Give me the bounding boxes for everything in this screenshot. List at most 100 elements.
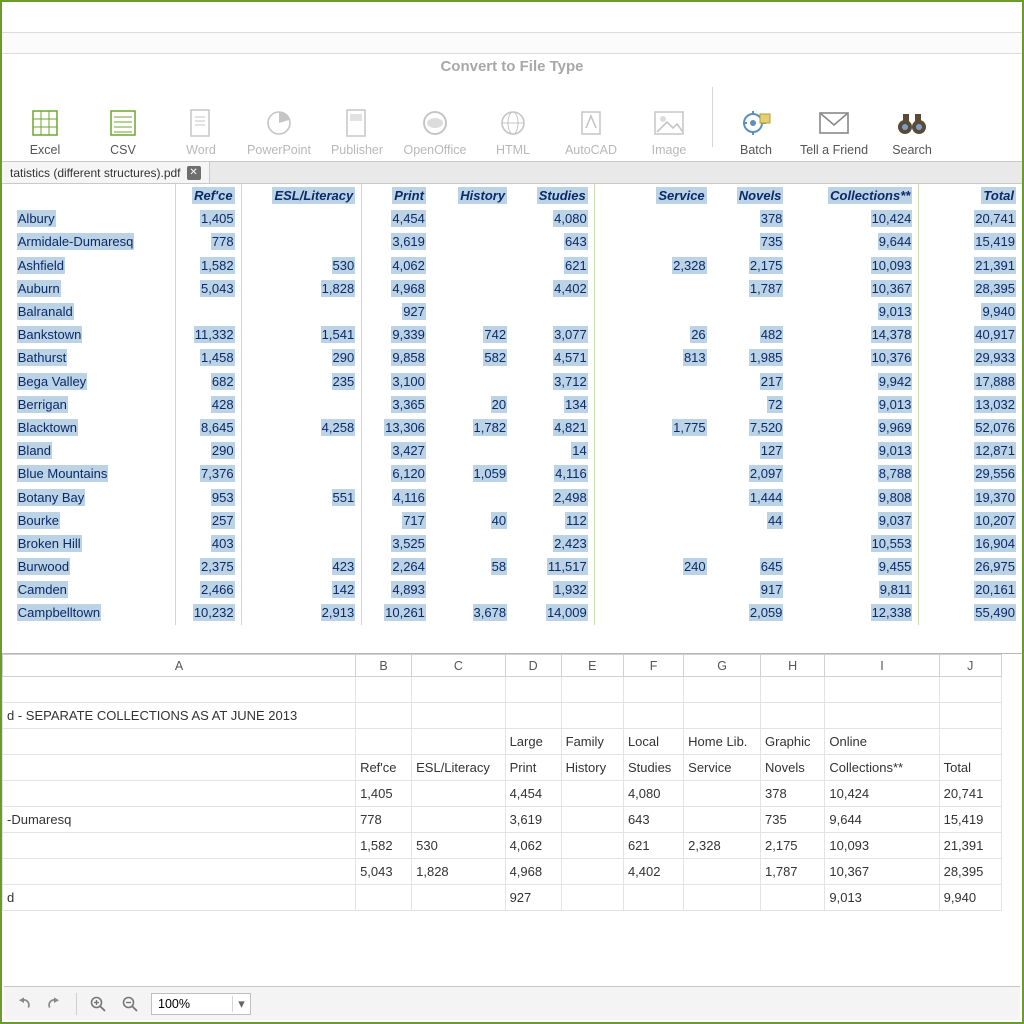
cell[interactable] bbox=[356, 729, 412, 755]
cell[interactable]: Family bbox=[561, 729, 623, 755]
cell[interactable]: 621 bbox=[623, 833, 683, 859]
cell[interactable]: 1,787 bbox=[761, 859, 825, 885]
cell[interactable]: 5,043 bbox=[356, 859, 412, 885]
spreadsheet-panel[interactable]: ABCDEFGHIJ d - SEPARATE COLLECTIONS AS A… bbox=[2, 654, 1022, 954]
cell[interactable] bbox=[684, 859, 761, 885]
spreadsheet-grid[interactable]: ABCDEFGHIJ d - SEPARATE COLLECTIONS AS A… bbox=[2, 654, 1002, 911]
cell[interactable]: Local bbox=[623, 729, 683, 755]
pdf-row[interactable]: Burwood2,3754232,2645811,5172406459,4552… bbox=[2, 555, 1022, 578]
redo-icon[interactable] bbox=[44, 993, 66, 1015]
cell[interactable] bbox=[623, 703, 683, 729]
pdf-row[interactable]: Berrigan4283,36520134729,01313,032 bbox=[2, 393, 1022, 416]
search-button[interactable]: Search bbox=[873, 107, 951, 157]
cell[interactable] bbox=[623, 885, 683, 911]
cell[interactable] bbox=[684, 885, 761, 911]
cell[interactable] bbox=[761, 703, 825, 729]
pdf-row[interactable]: Camden2,4661424,8931,9329179,81120,161 bbox=[2, 578, 1022, 601]
cell[interactable] bbox=[356, 703, 412, 729]
pdf-row[interactable]: Blue Mountains7,3766,1201,0594,1162,0978… bbox=[2, 462, 1022, 485]
cell[interactable]: Studies bbox=[623, 755, 683, 781]
col-header-A[interactable]: A bbox=[3, 655, 356, 677]
cell[interactable]: 4,080 bbox=[623, 781, 683, 807]
zoom-in-icon[interactable] bbox=[87, 993, 109, 1015]
col-header-F[interactable]: F bbox=[623, 655, 683, 677]
cell[interactable]: 10,424 bbox=[825, 781, 939, 807]
cell[interactable] bbox=[561, 885, 623, 911]
pdf-row[interactable]: Bourke25771740112449,03710,207 bbox=[2, 509, 1022, 532]
cell[interactable] bbox=[561, 703, 623, 729]
cell[interactable]: Online bbox=[825, 729, 939, 755]
cell[interactable]: 927 bbox=[505, 885, 561, 911]
col-header-E[interactable]: E bbox=[561, 655, 623, 677]
cell[interactable] bbox=[3, 755, 356, 781]
cell[interactable] bbox=[561, 859, 623, 885]
sheet-row[interactable]: 1,4054,4544,08037810,42420,741 bbox=[3, 781, 1002, 807]
cell[interactable]: 1,828 bbox=[412, 859, 505, 885]
cell[interactable]: Service bbox=[684, 755, 761, 781]
cell[interactable]: 2,175 bbox=[761, 833, 825, 859]
cell[interactable]: History bbox=[561, 755, 623, 781]
cell[interactable]: 4,968 bbox=[505, 859, 561, 885]
col-header-B[interactable]: B bbox=[356, 655, 412, 677]
document-tab[interactable]: tatistics (different structures).pdf ✕ bbox=[2, 162, 210, 183]
cell[interactable]: Total bbox=[939, 755, 1001, 781]
pdf-row[interactable]: Botany Bay9535514,1162,4981,4449,80819,3… bbox=[2, 485, 1022, 508]
chevron-down-icon[interactable]: ▾ bbox=[232, 996, 250, 1012]
cell[interactable] bbox=[684, 807, 761, 833]
col-header-I[interactable]: I bbox=[825, 655, 939, 677]
cell[interactable]: Large bbox=[505, 729, 561, 755]
cell[interactable]: 3,619 bbox=[505, 807, 561, 833]
pdf-row[interactable]: Albury1,4054,4544,08037810,42420,741 bbox=[2, 207, 1022, 230]
col-header-D[interactable]: D bbox=[505, 655, 561, 677]
pdf-row[interactable]: Bega Valley6822353,1003,7122179,94217,88… bbox=[2, 370, 1022, 393]
sheet-row[interactable] bbox=[3, 677, 1002, 703]
sheet-row[interactable]: -Dumaresq7783,6196437359,64415,419 bbox=[3, 807, 1002, 833]
cell[interactable]: 4,454 bbox=[505, 781, 561, 807]
cell[interactable] bbox=[684, 703, 761, 729]
cell[interactable] bbox=[412, 781, 505, 807]
cell[interactable] bbox=[761, 885, 825, 911]
close-icon[interactable]: ✕ bbox=[187, 166, 201, 180]
cell[interactable]: 9,940 bbox=[939, 885, 1001, 911]
cell[interactable]: d - SEPARATE COLLECTIONS AS AT JUNE 2013 bbox=[3, 703, 356, 729]
cell[interactable] bbox=[825, 703, 939, 729]
cell[interactable]: 10,093 bbox=[825, 833, 939, 859]
cell[interactable] bbox=[825, 677, 939, 703]
cell[interactable]: Novels bbox=[761, 755, 825, 781]
cell[interactable] bbox=[412, 807, 505, 833]
cell[interactable]: ESL/Literacy bbox=[412, 755, 505, 781]
cell[interactable]: 378 bbox=[761, 781, 825, 807]
pdf-row[interactable]: Auburn5,0431,8284,9684,4021,78710,36728,… bbox=[2, 277, 1022, 300]
batch-button[interactable]: Batch bbox=[717, 107, 795, 157]
cell[interactable]: 4,062 bbox=[505, 833, 561, 859]
cell[interactable] bbox=[939, 729, 1001, 755]
sheet-row[interactable]: d - SEPARATE COLLECTIONS AS AT JUNE 2013 bbox=[3, 703, 1002, 729]
pdf-row[interactable]: Ashfield1,5825304,0626212,3282,17510,093… bbox=[2, 254, 1022, 277]
cell[interactable] bbox=[412, 729, 505, 755]
cell[interactable]: 28,395 bbox=[939, 859, 1001, 885]
cell[interactable]: Home Lib. bbox=[684, 729, 761, 755]
cell[interactable]: 10,367 bbox=[825, 859, 939, 885]
col-header-H[interactable]: H bbox=[761, 655, 825, 677]
cell[interactable] bbox=[356, 677, 412, 703]
col-header-G[interactable]: G bbox=[684, 655, 761, 677]
cell[interactable]: d bbox=[3, 885, 356, 911]
cell[interactable] bbox=[561, 677, 623, 703]
pdf-row[interactable]: Bland2903,427141279,01312,871 bbox=[2, 439, 1022, 462]
cell[interactable] bbox=[561, 807, 623, 833]
cell[interactable] bbox=[505, 677, 561, 703]
zoom-combo[interactable]: ▾ bbox=[151, 993, 251, 1015]
zoom-input[interactable] bbox=[152, 994, 232, 1014]
cell[interactable] bbox=[761, 677, 825, 703]
pdf-row[interactable]: Broken Hill4033,5252,42310,55316,904 bbox=[2, 532, 1022, 555]
excel-button[interactable]: Excel bbox=[6, 107, 84, 157]
sheet-row[interactable]: Ref'ceESL/LiteracyPrintHistoryStudiesSer… bbox=[3, 755, 1002, 781]
cell[interactable]: 1,582 bbox=[356, 833, 412, 859]
tell-button[interactable]: Tell a Friend bbox=[795, 107, 873, 157]
cell[interactable] bbox=[939, 677, 1001, 703]
cell[interactable] bbox=[623, 677, 683, 703]
cell[interactable]: 21,391 bbox=[939, 833, 1001, 859]
pdf-preview-panel[interactable]: Ref'ceESL/LiteracyPrintHistoryStudiesSer… bbox=[2, 184, 1022, 654]
cell[interactable]: 4,402 bbox=[623, 859, 683, 885]
pdf-row[interactable]: Bankstown11,3321,5419,3397423,0772648214… bbox=[2, 323, 1022, 346]
